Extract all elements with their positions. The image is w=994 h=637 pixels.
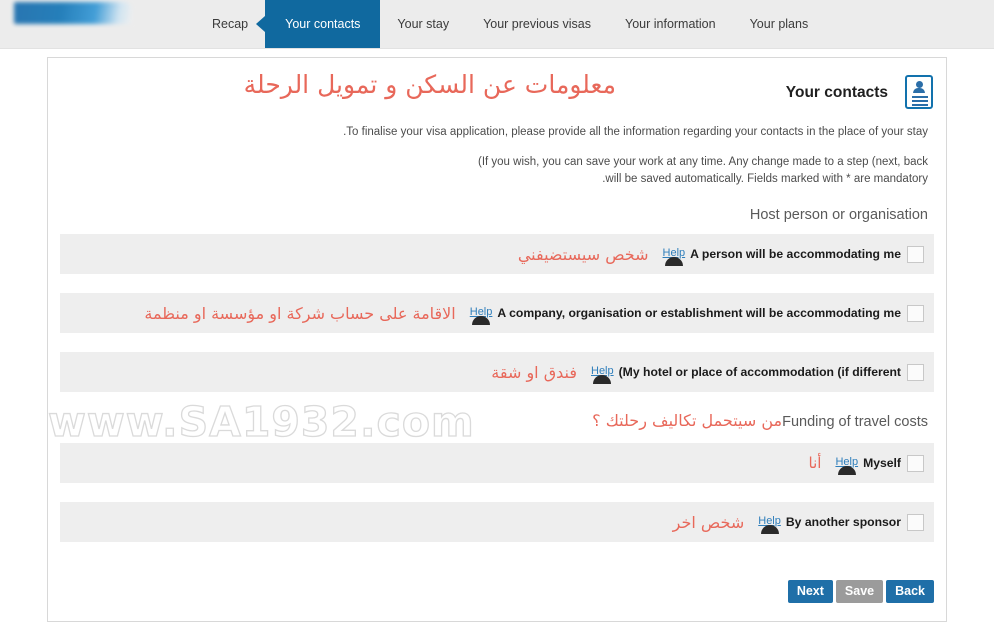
- help-link[interactable]: Help: [470, 306, 492, 325]
- option-checkbox[interactable]: [907, 513, 924, 531]
- form-card: معلومات عن السكن و تمويل الرحلة Your con…: [47, 57, 947, 622]
- option-label: By another sponsor: [785, 515, 901, 529]
- contact-card-icon-body: [913, 88, 925, 93]
- contact-card-icon-line: [912, 96, 928, 98]
- section-heading-host: Host person or organisation: [48, 204, 946, 226]
- save-button[interactable]: Save: [835, 580, 884, 603]
- page-title: Your contacts: [785, 84, 888, 101]
- nav-tab-your-contacts[interactable]: Your contacts: [256, 0, 381, 48]
- help-link[interactable]: Help: [835, 456, 858, 475]
- section-heading-funding: من سيتحمل تكاليف رحلتك ؟Funding of trave…: [48, 411, 946, 435]
- page-title-arabic: معلومات عن السكن و تمويل الرحلة: [243, 70, 616, 99]
- nav-tab-recap[interactable]: Recap: [195, 0, 265, 48]
- option-label: (My hotel or place of accommodation (if …: [618, 365, 901, 379]
- help-link[interactable]: Help: [758, 515, 781, 534]
- option-label-arabic: فندق او شقة: [491, 362, 577, 382]
- contact-card-icon-line: [912, 100, 928, 102]
- option-row-my-hotel-or-place-of-accommodation-if-different[interactable]: فندق او شقة Help (My hotel or place of a…: [60, 352, 934, 392]
- option-checkbox[interactable]: [907, 304, 924, 322]
- contact-card-icon-head: [915, 81, 923, 88]
- option-label: A company, organisation or establishment…: [497, 306, 901, 320]
- nav-tab-your-stay[interactable]: Your stay: [380, 0, 466, 48]
- contact-card-icon-line: [912, 104, 928, 106]
- option-label-arabic: أنا: [808, 454, 822, 472]
- next-button[interactable]: Next: [787, 580, 833, 603]
- nav-tab-your-previous-visas[interactable]: Your previous visas: [466, 0, 608, 48]
- contact-card-icon: [905, 75, 933, 109]
- section-heading-funding-arabic: من سيتحمل تكاليف رحلتك ؟: [592, 411, 783, 430]
- option-row-myself[interactable]: أنا Help Myself: [60, 443, 934, 483]
- option-label-arabic: الاقامة على حساب شركة او مؤسسة او منظمة: [144, 303, 456, 323]
- option-label-arabic: شخص اخر: [672, 512, 745, 532]
- option-label: Myself: [863, 456, 901, 470]
- option-row-a-company-organisation-or-establishment-will-be-accommodating-me[interactable]: الاقامة على حساب شركة او مؤسسة او منظمة …: [60, 293, 934, 333]
- option-row-by-another-sponsor[interactable]: شخص اخر Help By another sponsor: [60, 502, 934, 542]
- intro-line-2a: (If you wish, you can save your work at …: [477, 156, 928, 168]
- help-link[interactable]: Help: [663, 247, 685, 266]
- nav-tab-list: Recap Your contacts Your stay Your previ…: [195, 0, 825, 48]
- option-rows-host: شخص سيستضيفني Help A person will be acco…: [48, 234, 946, 392]
- section-heading-funding-label: Funding of travel costs: [782, 414, 928, 430]
- option-checkbox[interactable]: [907, 363, 924, 381]
- back-button[interactable]: Back: [886, 580, 934, 603]
- top-navigation-bar: Recap Your contacts Your stay Your previ…: [0, 0, 994, 49]
- option-checkbox[interactable]: [907, 245, 924, 263]
- intro-line-2: (If you wish, you can save your work at …: [48, 154, 928, 188]
- option-row-a-person-will-be-accommodating-me[interactable]: شخص سيستضيفني Help A person will be acco…: [60, 234, 934, 274]
- option-label: A person will be accommodating me: [690, 247, 901, 261]
- site-logo[interactable]: [14, 2, 132, 24]
- help-link[interactable]: Help: [591, 365, 614, 384]
- card-header: معلومات عن السكن و تمويل الرحلة Your con…: [48, 58, 946, 120]
- section-heading-host-label: Host person or organisation: [749, 207, 928, 223]
- option-rows-funding: أنا Help Myself شخص اخر Help By another …: [48, 443, 946, 542]
- intro-line-2b: .will be saved automatically. Fields mar…: [602, 173, 928, 185]
- form-action-buttons: Next Save Back: [787, 580, 934, 603]
- option-checkbox[interactable]: [907, 454, 924, 472]
- intro-line-1: .To finalise your visa application, plea…: [343, 126, 928, 138]
- intro-text: .To finalise your visa application, plea…: [48, 124, 946, 188]
- nav-tab-your-plans[interactable]: Your plans: [733, 0, 826, 48]
- nav-tab-your-information[interactable]: Your information: [608, 0, 733, 48]
- option-label-arabic: شخص سيستضيفني: [517, 244, 649, 264]
